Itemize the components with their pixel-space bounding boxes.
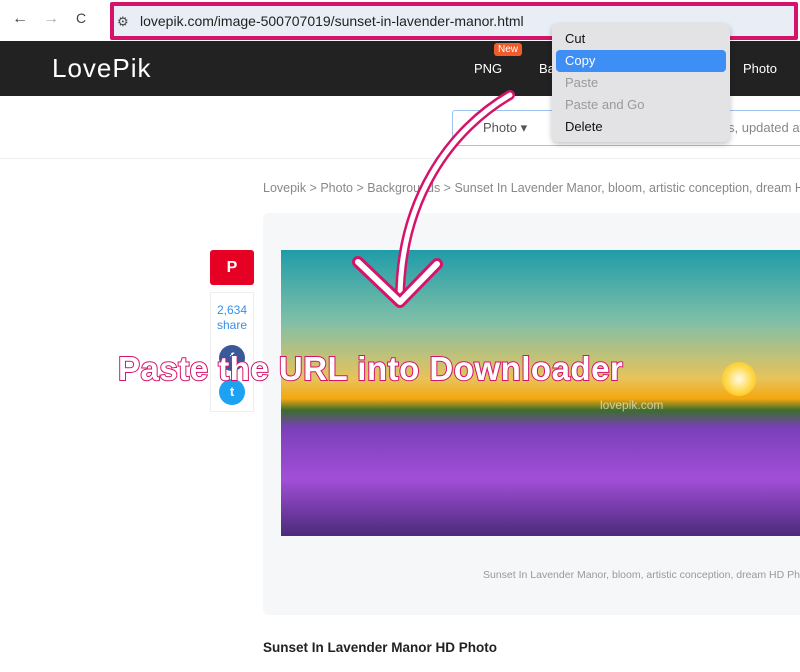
- menu-copy[interactable]: Copy: [556, 50, 726, 72]
- menu-paste-and-go: Paste and Go: [565, 97, 645, 112]
- menu-cut[interactable]: Cut: [556, 28, 726, 50]
- menu-paste: Paste: [565, 75, 599, 90]
- menu-delete[interactable]: Delete: [556, 116, 726, 138]
- context-menu: Cut Copy Paste Paste and Go Delete: [552, 24, 730, 142]
- annotation-text: Paste the URL into Downloader: [117, 349, 624, 388]
